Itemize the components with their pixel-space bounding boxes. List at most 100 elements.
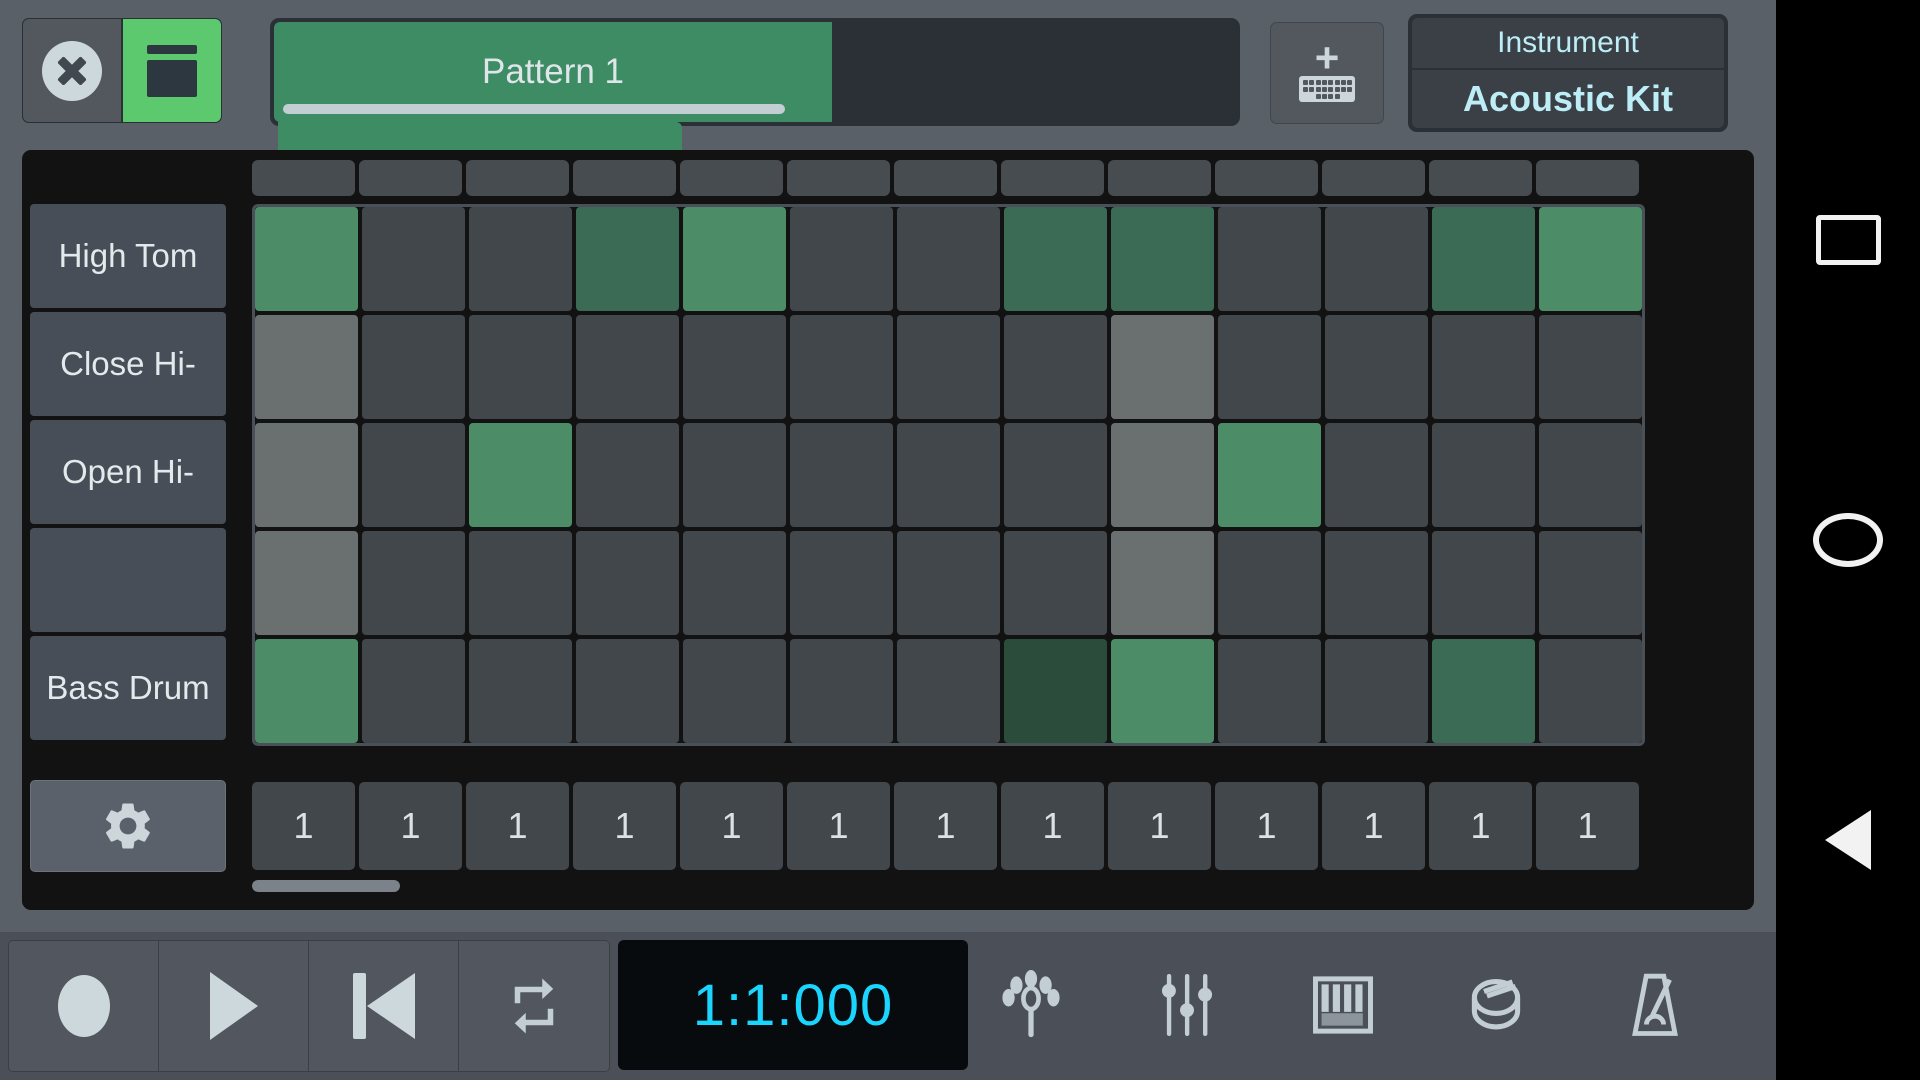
step-cell[interactable] xyxy=(1432,531,1535,635)
step-count-cell[interactable]: 1 xyxy=(1001,782,1104,870)
ruler-cell[interactable] xyxy=(1322,160,1425,196)
step-cell[interactable] xyxy=(683,531,786,635)
step-cell[interactable] xyxy=(1325,315,1428,419)
step-count-cell[interactable]: 1 xyxy=(359,782,462,870)
step-cell[interactable] xyxy=(1325,639,1428,743)
track-label-1[interactable]: Close Hi- xyxy=(30,312,226,416)
step-count-cell[interactable]: 1 xyxy=(1215,782,1318,870)
step-cell[interactable] xyxy=(1432,207,1535,311)
step-count-cell[interactable]: 1 xyxy=(787,782,890,870)
step-cell[interactable] xyxy=(469,315,572,419)
step-cell[interactable] xyxy=(683,207,786,311)
close-button[interactable] xyxy=(22,18,122,123)
step-cell[interactable] xyxy=(576,207,679,311)
song-tree-icon[interactable] xyxy=(995,965,1067,1045)
track-label-0[interactable]: High Tom xyxy=(30,204,226,308)
step-cell[interactable] xyxy=(1432,315,1535,419)
step-cell[interactable] xyxy=(897,639,1000,743)
pattern-tab-0[interactable]: Pattern 1 xyxy=(274,22,832,122)
step-cell[interactable] xyxy=(362,423,465,527)
step-cell[interactable] xyxy=(1111,207,1214,311)
step-cell[interactable] xyxy=(1004,207,1107,311)
ruler-cell[interactable] xyxy=(680,160,783,196)
step-cell[interactable] xyxy=(469,639,572,743)
step-cell[interactable] xyxy=(1218,315,1321,419)
step-cell[interactable] xyxy=(576,531,679,635)
step-cell[interactable] xyxy=(1111,315,1214,419)
step-cell[interactable] xyxy=(1111,531,1214,635)
step-cell[interactable] xyxy=(1539,639,1642,743)
step-cell[interactable] xyxy=(362,207,465,311)
step-cell[interactable] xyxy=(1111,423,1214,527)
step-cell[interactable] xyxy=(1218,207,1321,311)
step-count-row[interactable]: 1 1 1 1 1 1 1 1 1 1 1 1 1 xyxy=(252,782,1639,870)
step-cell[interactable] xyxy=(1539,315,1642,419)
ruler-cell[interactable] xyxy=(466,160,569,196)
horizontal-scrollbar[interactable] xyxy=(252,880,1732,892)
step-cell[interactable] xyxy=(790,423,893,527)
step-cell[interactable] xyxy=(1004,423,1107,527)
step-cell[interactable] xyxy=(1539,207,1642,311)
play-button[interactable] xyxy=(159,941,309,1071)
step-count-cell[interactable]: 1 xyxy=(1536,782,1639,870)
view-toggle-button[interactable] xyxy=(122,18,222,123)
ruler-cell[interactable] xyxy=(252,160,355,196)
step-count-cell[interactable]: 1 xyxy=(894,782,997,870)
step-cell[interactable] xyxy=(790,315,893,419)
ruler-cell[interactable] xyxy=(1215,160,1318,196)
ruler-cell[interactable] xyxy=(1536,160,1639,196)
step-cell[interactable] xyxy=(1218,639,1321,743)
drum-kit-icon[interactable] xyxy=(1463,965,1535,1045)
step-cell[interactable] xyxy=(576,315,679,419)
add-pattern-button[interactable]: + xyxy=(1270,22,1384,124)
step-count-cell[interactable]: 1 xyxy=(573,782,676,870)
step-cell[interactable] xyxy=(362,531,465,635)
ruler-cell[interactable] xyxy=(1001,160,1104,196)
step-cell[interactable] xyxy=(1325,207,1428,311)
step-cell[interactable] xyxy=(1325,423,1428,527)
ruler-cell[interactable] xyxy=(787,160,890,196)
recents-button[interactable] xyxy=(1776,180,1920,300)
step-cell[interactable] xyxy=(1325,531,1428,635)
step-cell[interactable] xyxy=(790,207,893,311)
step-cell[interactable] xyxy=(1432,423,1535,527)
mixer-sliders-icon[interactable] xyxy=(1151,965,1223,1045)
step-cell[interactable] xyxy=(897,207,1000,311)
step-cell[interactable] xyxy=(1432,639,1535,743)
step-cell[interactable] xyxy=(576,423,679,527)
instrument-panel[interactable]: Instrument Acoustic Kit xyxy=(1408,14,1728,132)
back-button[interactable] xyxy=(1776,780,1920,900)
position-display[interactable]: 1:1:000 xyxy=(618,940,968,1070)
step-cell[interactable] xyxy=(469,423,572,527)
horizontal-scrollbar-thumb[interactable] xyxy=(252,880,400,892)
track-label-4[interactable]: Bass Drum xyxy=(30,636,226,740)
step-cell[interactable] xyxy=(683,639,786,743)
record-button[interactable] xyxy=(9,941,159,1071)
step-count-cell[interactable]: 1 xyxy=(1108,782,1211,870)
step-cell[interactable] xyxy=(790,531,893,635)
ruler-cell[interactable] xyxy=(573,160,676,196)
step-cell[interactable] xyxy=(683,423,786,527)
ruler-cell[interactable] xyxy=(1429,160,1532,196)
ruler-cell[interactable] xyxy=(1108,160,1211,196)
step-cell[interactable] xyxy=(469,207,572,311)
track-label-3[interactable] xyxy=(30,528,226,632)
step-cell[interactable] xyxy=(255,639,358,743)
step-cell[interactable] xyxy=(897,531,1000,635)
step-cell[interactable] xyxy=(1004,315,1107,419)
step-cell[interactable] xyxy=(255,423,358,527)
step-cell[interactable] xyxy=(362,639,465,743)
home-button[interactable] xyxy=(1776,480,1920,600)
step-grid[interactable] xyxy=(252,204,1645,746)
step-cell[interactable] xyxy=(576,639,679,743)
instrument-value[interactable]: Acoustic Kit xyxy=(1412,70,1724,128)
step-cell[interactable] xyxy=(255,531,358,635)
step-cell[interactable] xyxy=(1539,423,1642,527)
step-cell[interactable] xyxy=(362,315,465,419)
step-cell[interactable] xyxy=(469,531,572,635)
step-cell[interactable] xyxy=(790,639,893,743)
step-count-cell[interactable]: 1 xyxy=(466,782,569,870)
rewind-button[interactable] xyxy=(309,941,459,1071)
step-cell[interactable] xyxy=(1004,639,1107,743)
step-cell[interactable] xyxy=(897,423,1000,527)
